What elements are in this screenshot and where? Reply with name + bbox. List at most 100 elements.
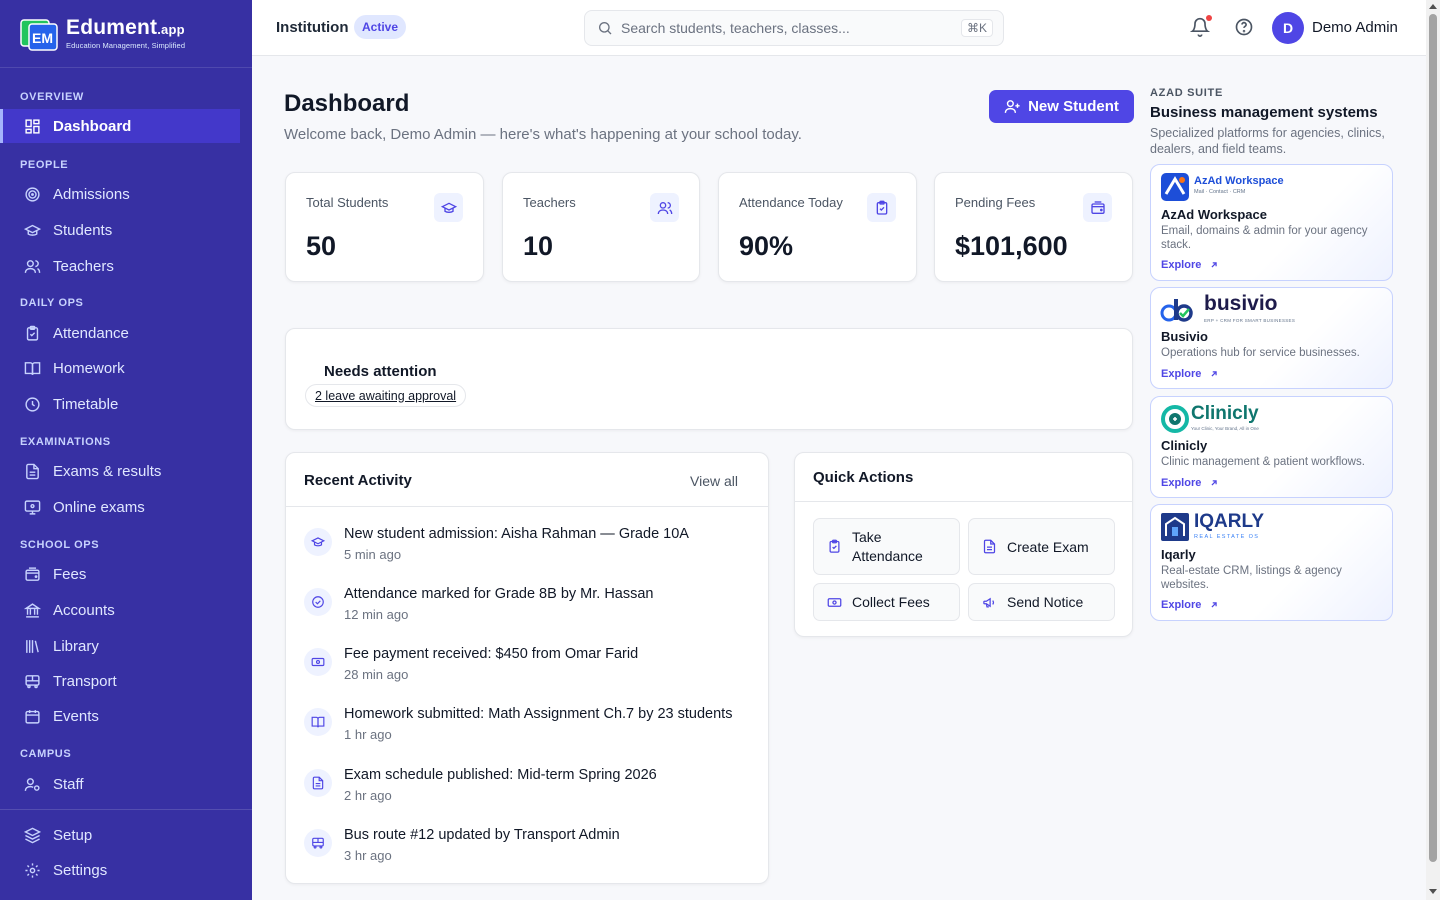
- sidebar-item-timetable[interactable]: Timetable: [0, 387, 240, 421]
- sidebar-item-label: Transport: [53, 672, 117, 690]
- sidebar-item-teachers[interactable]: Teachers: [0, 249, 240, 283]
- list-item[interactable]: Homework submitted: Math Assignment Ch.7…: [304, 706, 744, 756]
- search-box[interactable]: ⌘K: [584, 10, 1004, 46]
- activity-text: Homework submitted: Math Assignment Ch.7…: [344, 706, 733, 722]
- sidebar-item-staff[interactable]: Staff: [0, 767, 240, 801]
- sidebar-item-label: Settings: [53, 861, 108, 879]
- send-notice-button[interactable]: Send Notice: [968, 583, 1115, 621]
- stat-value: $101,600: [955, 231, 1068, 261]
- sidebar-item-label: Staff: [53, 775, 84, 793]
- scroll-up-arrow-icon[interactable]: [1429, 4, 1437, 9]
- explore-label: Explore: [1161, 599, 1202, 611]
- suite-card-busivio[interactable]: busivio ERP + CRM FOR SMART BUSINESSES B…: [1150, 287, 1393, 389]
- sidebar-item-dashboard[interactable]: Dashboard: [0, 109, 240, 143]
- section-examinations: EXAMINATIONS: [20, 436, 111, 448]
- target-icon: [25, 186, 40, 202]
- suite-card-clinicly[interactable]: Clinicly Your Clinic, Your Brand, All in…: [1150, 396, 1393, 498]
- clipboard-check-icon: [876, 200, 887, 215]
- brand[interactable]: EM Edument.app Education Management, Sim…: [0, 0, 252, 68]
- sidebar-item-exams-results[interactable]: Exams & results: [0, 454, 240, 488]
- scroll-down-arrow-icon[interactable]: [1429, 889, 1437, 894]
- wallet-icon: [1090, 200, 1105, 214]
- check-circle-icon: [312, 596, 324, 608]
- view-all-link[interactable]: View all: [690, 473, 738, 489]
- suite-card-azad-workspace[interactable]: AzAd Workspace Mail · Contact · CRM AzAd…: [1150, 164, 1393, 281]
- sidebar-item-accounts[interactable]: Accounts: [0, 593, 240, 627]
- quick-action-label: Send Notice: [1007, 594, 1084, 610]
- collect-fees-button[interactable]: Collect Fees: [813, 583, 960, 621]
- sidebar-item-transport[interactable]: Transport: [0, 664, 240, 698]
- stat-label: Total Students: [306, 195, 389, 210]
- help-circle-icon[interactable]: [1234, 17, 1254, 37]
- create-exam-button[interactable]: Create Exam: [968, 518, 1115, 575]
- quick-action-label: Create Exam: [1007, 538, 1089, 555]
- new-student-button[interactable]: New Student: [989, 90, 1134, 123]
- user-plus-icon: [1004, 100, 1020, 113]
- bank-icon: [24, 602, 41, 618]
- banknote-icon: [827, 597, 842, 607]
- sidebar-item-label: Students: [53, 221, 113, 239]
- sidebar-item-label: Exams & results: [53, 462, 162, 480]
- suite-description: Specialized platforms for agencies, clin…: [1150, 126, 1385, 156]
- quick-action-label: Take Attendance: [852, 528, 923, 564]
- sidebar-item-admissions[interactable]: Admissions: [0, 177, 240, 211]
- book-open-icon: [311, 716, 325, 728]
- sidebar-item-library[interactable]: Library: [0, 629, 240, 663]
- sidebar-item-events[interactable]: Events: [0, 699, 240, 733]
- logo-text: IQARLY: [1194, 510, 1265, 532]
- sidebar-item-settings[interactable]: Settings: [0, 853, 240, 887]
- product-name: AzAd Workspace: [1161, 207, 1267, 222]
- page-title: Dashboard: [284, 90, 410, 117]
- section-overview: OVERVIEW: [20, 91, 84, 103]
- sidebar-item-label: Fees: [53, 565, 87, 583]
- sidebar-item-attendance[interactable]: Attendance: [0, 316, 240, 350]
- sidebar-item-homework[interactable]: Homework: [0, 351, 240, 385]
- sidebar-item-students[interactable]: Students: [0, 213, 240, 247]
- page-scrollbar[interactable]: [1426, 0, 1440, 900]
- list-item[interactable]: Attendance marked for Grade 8B by Mr. Ha…: [304, 586, 744, 636]
- panel-header: Quick Actions: [795, 453, 1132, 502]
- sidebar-item-setup[interactable]: Setup: [0, 818, 240, 852]
- list-item[interactable]: Bus route #12 updated by Transport Admin…: [304, 827, 744, 877]
- gear-icon: [25, 862, 40, 878]
- list-item[interactable]: Exam schedule published: Mid-term Spring…: [304, 767, 744, 817]
- product-description: Operations hub for service businesses.: [1161, 347, 1360, 359]
- activity-time: 12 min ago: [344, 607, 409, 622]
- stat-card-teachers: Teachers 10: [502, 172, 700, 282]
- take-attendance-button[interactable]: Take Attendance: [813, 518, 960, 575]
- explore-link[interactable]: Explore: [1161, 599, 1219, 611]
- iqarly-logo-icon: [1161, 513, 1189, 541]
- activity-time: 28 min ago: [344, 667, 409, 682]
- list-item[interactable]: Fee payment received: $450 from Omar Far…: [304, 646, 744, 696]
- sidebar-item-fees[interactable]: Fees: [0, 557, 240, 591]
- new-student-label: New Student: [1028, 98, 1119, 115]
- needs-attention-title: Needs attention: [324, 363, 437, 380]
- scroll-thumb[interactable]: [1429, 14, 1437, 862]
- clipboard-check-icon: [26, 325, 39, 341]
- needs-attention-card: Needs attention 2 leave awaiting approva…: [285, 328, 1133, 430]
- activity-text: Fee payment received: $450 from Omar Far…: [344, 646, 639, 662]
- users-icon: [24, 259, 41, 273]
- avatar[interactable]: D: [1272, 12, 1304, 44]
- page-subtitle: Welcome back, Demo Admin — here's what's…: [284, 126, 802, 143]
- calendar-icon: [25, 709, 40, 724]
- explore-link[interactable]: Explore: [1161, 368, 1219, 380]
- explore-label: Explore: [1161, 259, 1202, 271]
- activity-text: Exam schedule published: Mid-term Spring…: [344, 767, 657, 783]
- busivio-logo: busivio ERP + CRM FOR SMART BUSINESSES: [1160, 293, 1295, 325]
- sidebar-item-label: Dashboard: [53, 117, 132, 135]
- sidebar-divider: [0, 809, 252, 810]
- clinicly-logo: Clinicly Your Clinic, Your Brand, All in…: [1160, 404, 1259, 434]
- explore-link[interactable]: Explore: [1161, 477, 1219, 489]
- search-input[interactable]: [621, 20, 941, 36]
- explore-link[interactable]: Explore: [1161, 259, 1219, 271]
- institution-label[interactable]: Institution: [276, 19, 348, 36]
- section-campus: CAMPUS: [20, 748, 72, 760]
- sidebar-item-online-exams[interactable]: Online exams: [0, 490, 240, 524]
- list-item[interactable]: New student admission: Aisha Rahman — Gr…: [304, 526, 744, 576]
- suite-card-iqarly[interactable]: IQARLY REAL ESTATE OS Iqarly Real-estate…: [1150, 504, 1393, 621]
- user-name[interactable]: Demo Admin: [1312, 19, 1398, 36]
- activity-text: Attendance marked for Grade 8B by Mr. Ha…: [344, 586, 654, 602]
- activity-time: 3 hr ago: [344, 848, 392, 863]
- leave-approval-link[interactable]: 2 leave awaiting approval: [305, 384, 467, 407]
